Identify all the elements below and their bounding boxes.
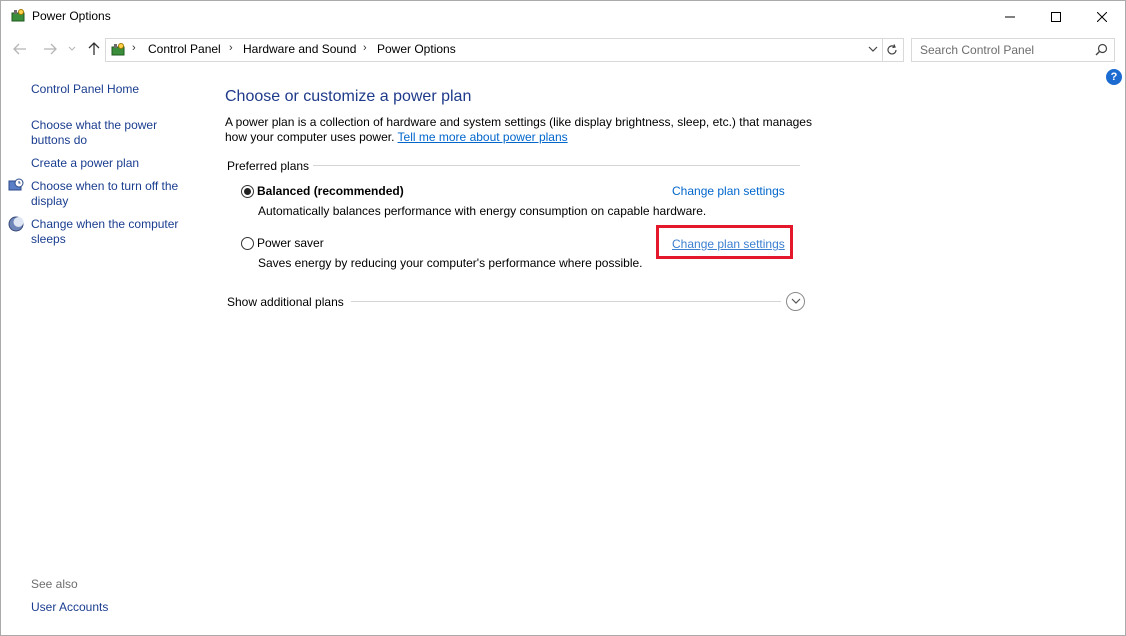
power-saver-plan-radio[interactable] [241, 237, 254, 250]
power-saver-plan-name[interactable]: Power saver [257, 236, 324, 250]
sidebar-item-turn-off-display[interactable]: Choose when to turn off the display [31, 179, 178, 209]
chevron-down-icon [791, 298, 800, 304]
breadcrumb-separator-icon[interactable]: › [132, 42, 136, 54]
forward-button[interactable] [41, 39, 59, 59]
breadcrumb-hardware-and-sound[interactable]: Hardware and Sound [243, 42, 356, 56]
breadcrumb-control-panel[interactable]: Control Panel [148, 42, 221, 56]
balanced-plan-name[interactable]: Balanced (recommended) [257, 184, 404, 198]
minimize-button[interactable] [987, 1, 1033, 32]
recent-locations-button[interactable] [65, 39, 79, 59]
sidebar-item-label: Change when the computer [31, 217, 179, 231]
control-panel-icon [111, 43, 125, 56]
user-accounts-link[interactable]: User Accounts [31, 600, 108, 614]
close-button[interactable] [1079, 1, 1125, 32]
window-title: Power Options [32, 9, 111, 23]
moon-sleep-icon [8, 216, 24, 232]
balanced-plan-description: Automatically balances performance with … [258, 204, 707, 218]
show-additional-plans-label[interactable]: Show additional plans [227, 295, 344, 309]
balanced-plan-radio[interactable] [241, 185, 254, 198]
balanced-change-settings-link[interactable]: Change plan settings [672, 184, 785, 198]
arrow-up-icon [88, 42, 100, 55]
chevron-down-icon [68, 46, 76, 51]
sidebar-item-label: display [31, 194, 69, 208]
learn-more-link[interactable]: Tell me more about power plans [398, 130, 568, 144]
breadcrumb-separator-icon[interactable]: › [363, 42, 367, 54]
sidebar-item-computer-sleeps[interactable]: Change when the computer sleeps [31, 217, 178, 247]
sidebar-item-power-buttons[interactable]: Choose what the power buttons do [31, 118, 157, 148]
minimize-icon [1005, 16, 1015, 17]
section-divider [313, 165, 800, 166]
control-panel-home-link[interactable]: Control Panel Home [31, 82, 139, 97]
sidebar-item-label: Choose what the power [31, 118, 158, 132]
sidebar-item-label: buttons do [31, 133, 88, 147]
navigation-bar: › Control Panel › Hardware and Sound › P… [1, 35, 1125, 63]
refresh-button[interactable] [881, 38, 904, 62]
arrow-left-icon [13, 43, 26, 55]
power-options-icon [11, 9, 25, 22]
section-divider [351, 301, 781, 302]
close-icon [1097, 11, 1107, 22]
back-button[interactable] [11, 39, 29, 59]
power-saver-plan-description: Saves energy by reducing your computer's… [258, 256, 643, 270]
breadcrumb-power-options[interactable]: Power Options [377, 42, 456, 56]
up-button[interactable] [85, 39, 103, 59]
help-button[interactable]: ? [1106, 69, 1122, 85]
expand-additional-plans-button[interactable] [786, 292, 805, 311]
preferred-plans-heading: Preferred plans [227, 159, 310, 173]
search-placeholder: Search Control Panel [920, 43, 1035, 57]
arrow-right-icon [44, 43, 57, 55]
address-bar[interactable]: › Control Panel › Hardware and Sound › P… [105, 38, 883, 62]
display-clock-icon [8, 178, 24, 191]
sidebar-item-label: Choose when to turn off the [31, 179, 179, 193]
power-options-window: Power Options › Control Panel › Hardware… [0, 0, 1126, 636]
breadcrumb-separator-icon[interactable]: › [229, 42, 233, 54]
refresh-icon [887, 44, 897, 55]
page-description: A power plan is a collection of hardware… [225, 115, 815, 145]
page-title: Choose or customize a power plan [225, 88, 472, 105]
chevron-down-icon[interactable] [868, 43, 878, 55]
highlight-box [656, 225, 793, 259]
see-also-heading: See also [31, 577, 78, 591]
title-bar: Power Options [1, 1, 1125, 32]
search-icon[interactable] [1095, 43, 1108, 56]
sidebar-item-label: Create a power plan [31, 156, 140, 170]
maximize-button[interactable] [1033, 1, 1079, 32]
search-input[interactable]: Search Control Panel [911, 38, 1115, 62]
sidebar-item-label: sleeps [31, 232, 66, 246]
maximize-icon [1051, 11, 1061, 22]
sidebar-item-create-plan[interactable]: Create a power plan [31, 156, 139, 171]
